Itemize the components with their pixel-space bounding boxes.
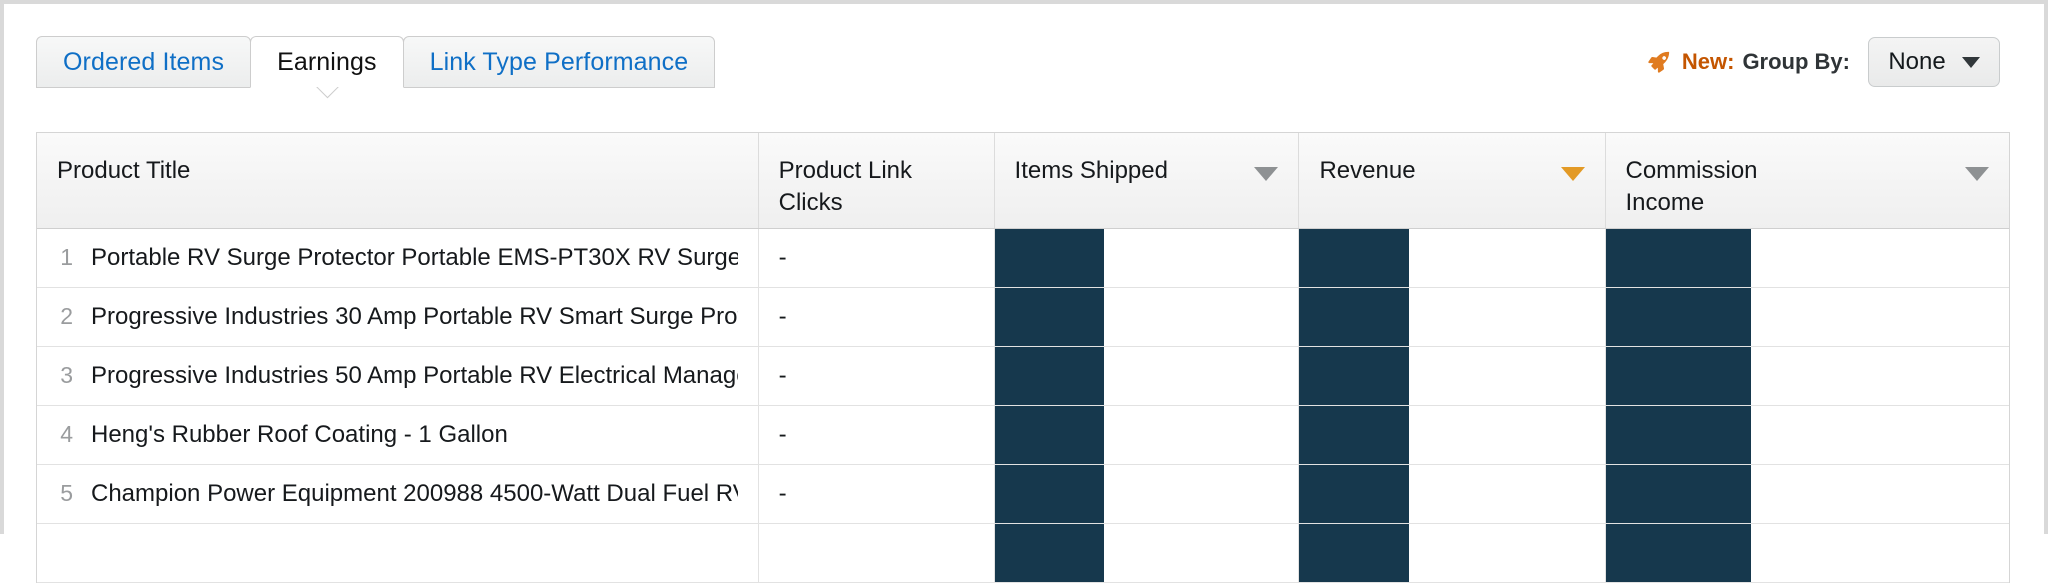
cell-revenue xyxy=(1298,287,1606,347)
bar-commission-income xyxy=(1605,405,1751,464)
sort-caret-icon-active[interactable] xyxy=(1560,167,1585,181)
table-body: 1 Portable RV Surge Protector Portable EM… xyxy=(37,228,2009,583)
column-header-label: Product Title xyxy=(57,157,191,184)
tab-label: Link Type Performance xyxy=(429,47,689,76)
cell-items-shipped xyxy=(994,346,1300,406)
bar-items-shipped xyxy=(994,405,1104,464)
column-header-product-link-clicks[interactable]: Product Link Clicks xyxy=(758,133,995,229)
rocket-icon xyxy=(1648,51,1669,73)
cell-product-title[interactable]: 5 Champion Power Equipment 200988 4500-Wa… xyxy=(37,464,759,524)
sort-caret-icon[interactable] xyxy=(1254,167,1279,181)
cell-product-link-clicks: - xyxy=(758,346,995,406)
product-title-link[interactable]: Portable RV Surge Protector Portable EMS… xyxy=(91,244,738,272)
row-number: 3 xyxy=(60,362,73,388)
column-header-label: Revenue xyxy=(1319,157,1416,184)
row-number: 5 xyxy=(60,480,73,506)
cell-product-title[interactable]: 1 Portable RV Surge Protector Portable EM… xyxy=(37,228,759,288)
cell-product-title[interactable]: 2 Progressive Industries 30 Amp Portable … xyxy=(37,287,759,347)
group-by-control: New: Group By: None xyxy=(1646,36,2000,88)
cell-commission-income xyxy=(1605,523,2009,583)
report-tabs: Ordered Items Earnings Link Type Perform… xyxy=(36,36,716,88)
cell-revenue xyxy=(1298,464,1606,524)
bar-commission-income xyxy=(1605,346,1751,405)
group-by-label: Group By: xyxy=(1742,49,1850,74)
product-title-link[interactable]: Progressive Industries 30 Amp Portable R… xyxy=(91,303,738,331)
cell-commission-income xyxy=(1605,287,2009,347)
cell-product-link-clicks: - xyxy=(758,464,995,524)
bar-items-shipped xyxy=(994,464,1104,523)
earnings-report-panel: Ordered Items Earnings Link Type Perform… xyxy=(0,0,2048,583)
tab-label: Earnings xyxy=(277,47,377,76)
active-tab-pointer-icon xyxy=(314,87,340,100)
group-by-select[interactable]: None xyxy=(1868,37,2000,87)
row-number: 2 xyxy=(60,303,73,329)
group-by-new-badge: New: xyxy=(1681,49,1735,74)
cell-product-link-clicks xyxy=(758,523,995,583)
bar-commission-income xyxy=(1605,228,1751,287)
table-row[interactable] xyxy=(37,523,2009,583)
cell-commission-income xyxy=(1605,405,2009,465)
tab-ordered-items[interactable]: Ordered Items xyxy=(36,36,252,88)
cell-product-title[interactable] xyxy=(37,523,759,583)
bar-revenue xyxy=(1299,523,1410,582)
cell-items-shipped xyxy=(994,405,1300,465)
row-number: 1 xyxy=(60,244,73,270)
bar-commission-income xyxy=(1605,464,1751,523)
cell-revenue xyxy=(1298,523,1606,583)
cell-product-title[interactable]: 3 Progressive Industries 50 Amp Portable … xyxy=(37,346,759,406)
cell-items-shipped xyxy=(994,464,1300,524)
bar-revenue xyxy=(1299,228,1410,287)
cell-items-shipped xyxy=(994,287,1300,347)
tab-link-type-performance[interactable]: Link Type Performance xyxy=(402,36,716,88)
table-row[interactable]: 5 Champion Power Equipment 200988 4500-Wa… xyxy=(37,464,2009,524)
cell-revenue xyxy=(1298,346,1606,406)
table-row[interactable]: 2 Progressive Industries 30 Amp Portable … xyxy=(37,287,2009,347)
row-number: 4 xyxy=(60,421,73,447)
bar-commission-income xyxy=(1605,523,1751,582)
column-header-label: Product Link Clicks xyxy=(778,157,913,216)
cell-commission-income xyxy=(1605,228,2009,288)
cell-revenue xyxy=(1298,405,1606,465)
column-header-product-title[interactable]: Product Title xyxy=(37,133,759,229)
column-header-commission-income[interactable]: Commission Income xyxy=(1605,133,2009,229)
bar-items-shipped xyxy=(994,228,1104,287)
bar-revenue xyxy=(1299,405,1410,464)
group-by-selected-value: None xyxy=(1888,48,1946,75)
table-header-row: Product Title Product Link Clicks Items … xyxy=(37,133,2009,229)
earnings-table: Product Title Product Link Clicks Items … xyxy=(36,132,2010,583)
column-header-label: Items Shipped xyxy=(1014,157,1168,184)
column-header-label: Commission Income xyxy=(1625,157,1758,216)
bar-revenue xyxy=(1299,464,1410,523)
cell-product-link-clicks: - xyxy=(758,405,995,465)
bar-commission-income xyxy=(1605,287,1751,346)
bar-revenue xyxy=(1299,346,1410,405)
cell-product-link-clicks: - xyxy=(758,287,995,347)
bar-items-shipped xyxy=(994,287,1104,346)
product-title-link[interactable]: Progressive Industries 50 Amp Portable R… xyxy=(91,362,738,390)
cell-product-title[interactable]: 4 Heng's Rubber Roof Coating - 1 Gallon xyxy=(37,405,759,465)
cell-items-shipped xyxy=(994,228,1300,288)
cell-revenue xyxy=(1298,228,1606,288)
table-row[interactable]: 3 Progressive Industries 50 Amp Portable … xyxy=(37,346,2009,406)
product-title-link[interactable]: Champion Power Equipment 200988 4500-Wat… xyxy=(91,480,738,508)
table-row[interactable]: 1 Portable RV Surge Protector Portable EM… xyxy=(37,228,2009,288)
table-row[interactable]: 4 Heng's Rubber Roof Coating - 1 Gallon - xyxy=(37,405,2009,465)
bar-revenue xyxy=(1299,287,1410,346)
cell-product-link-clicks: - xyxy=(758,228,995,288)
column-header-items-shipped[interactable]: Items Shipped xyxy=(994,133,1300,229)
cell-commission-income xyxy=(1605,464,2009,524)
tab-label: Ordered Items xyxy=(63,47,225,76)
chevron-down-icon xyxy=(1961,56,1980,68)
bar-items-shipped xyxy=(994,346,1104,405)
cell-commission-income xyxy=(1605,346,2009,406)
column-header-revenue[interactable]: Revenue xyxy=(1298,133,1606,229)
product-title-link[interactable]: Heng's Rubber Roof Coating - 1 Gallon xyxy=(91,421,508,449)
bar-items-shipped xyxy=(994,523,1104,582)
sort-caret-icon[interactable] xyxy=(1965,167,1989,181)
cell-items-shipped xyxy=(994,523,1300,583)
tab-earnings[interactable]: Earnings xyxy=(250,36,404,88)
